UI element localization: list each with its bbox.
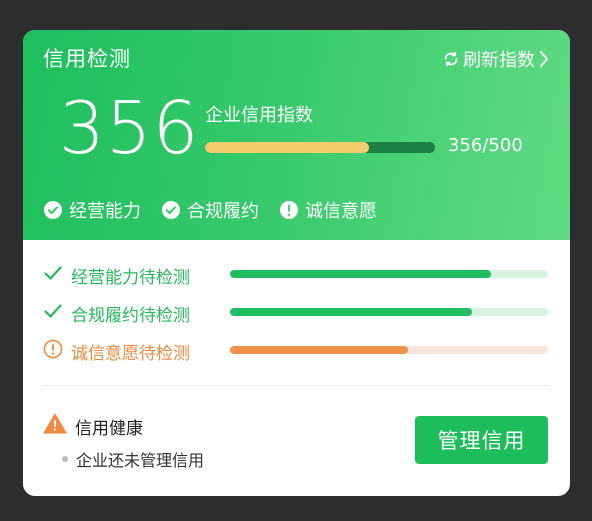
badge-label: 合规履约 (187, 201, 259, 222)
credit-health-note-row: 企业还未管理信用 (62, 447, 204, 471)
checkmark-icon (43, 263, 63, 287)
credit-index-label: 企业信用指数 (205, 105, 313, 126)
detection-list: 经营能力待检测 合规履约待检测 诚信意愿待检测 (43, 260, 550, 374)
refresh-index-label: 刷新指数 (463, 50, 535, 71)
check-circle-icon (161, 200, 181, 220)
detection-progress-fill (230, 346, 409, 354)
detection-progress-bar (230, 308, 548, 316)
credit-health-note: 企业还未管理信用 (76, 451, 205, 470)
detection-progress-fill (230, 270, 491, 278)
detection-item-label: 合规履约待检测 (71, 306, 190, 326)
checkmark-icon (43, 301, 63, 325)
credit-health-title: 信用健康 (75, 418, 143, 439)
detection-item-label: 诚信意愿待检测 (71, 344, 190, 364)
detection-item-business-capability[interactable]: 经营能力待检测 (43, 260, 550, 298)
warning-triangle-icon (43, 413, 67, 439)
credit-health-heading: 信用健康 (43, 413, 204, 439)
chevron-right-icon (538, 50, 550, 68)
detection-item-integrity[interactable]: 诚信意愿待检测 (43, 336, 550, 374)
dimension-badges: 经营能力 合规履约 诚信意愿 (43, 197, 377, 223)
manage-credit-button[interactable]: 管理信用 (415, 416, 548, 464)
refresh-index-button[interactable]: 刷新指数 (442, 46, 550, 72)
badge-business-capability: 经营能力 (43, 197, 141, 223)
credit-card: 信用检测 刷新指数 356 企业信用指数 356/500 经营能力 合规履约 诚… (23, 30, 570, 496)
badge-compliance: 合规履约 (161, 197, 259, 223)
refresh-icon (442, 50, 460, 68)
credit-score-value: 356 (59, 86, 200, 170)
exclamation-circle-icon (43, 339, 63, 363)
credit-index-value: 356/500 (448, 135, 523, 156)
section-divider (43, 385, 550, 386)
panel-title: 信用检测 (43, 47, 131, 71)
credit-index-progress-fill (205, 142, 369, 153)
badge-integrity: 诚信意愿 (279, 197, 377, 223)
bullet-dot (62, 456, 68, 462)
badge-label: 诚信意愿 (305, 201, 377, 222)
detection-progress-bar (230, 270, 548, 278)
detection-progress-bar (230, 346, 548, 354)
detection-item-label: 经营能力待检测 (71, 268, 190, 288)
badge-label: 经营能力 (69, 201, 141, 222)
detection-item-compliance[interactable]: 合规履约待检测 (43, 298, 550, 336)
exclamation-circle-icon (279, 200, 299, 220)
credit-index-progress-bar (205, 142, 435, 153)
check-circle-icon (43, 200, 63, 220)
detection-progress-fill (230, 308, 472, 316)
credit-health-section: 信用健康 企业还未管理信用 (43, 413, 204, 471)
credit-hero-panel: 信用检测 刷新指数 356 企业信用指数 356/500 经营能力 合规履约 诚… (23, 30, 570, 240)
